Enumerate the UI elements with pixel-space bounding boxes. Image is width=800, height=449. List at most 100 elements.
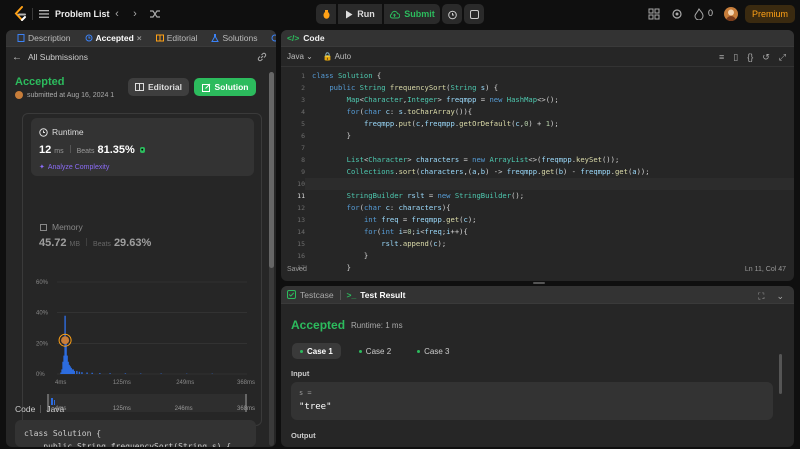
line-number: 12 — [297, 204, 305, 212]
case-tab-3[interactable]: Case 3 — [409, 343, 457, 359]
case-tab-1[interactable]: Case 1 — [292, 343, 341, 359]
tab-solutions[interactable]: Solutions — [206, 33, 262, 43]
saved-status: Saved — [287, 266, 307, 273]
runtime-title: Runtime — [39, 127, 84, 137]
panel-resize-handle[interactable] — [533, 282, 545, 284]
code-line: public String frequencySort(String s) { — [312, 82, 650, 94]
notes-button[interactable] — [464, 4, 484, 24]
panel-resize-handle[interactable] — [276, 30, 280, 447]
memory-title-label: Memory — [52, 222, 83, 232]
code-token: ()); — [601, 155, 620, 164]
link-icon[interactable] — [257, 52, 267, 62]
streak-count: 0 — [708, 8, 714, 18]
code-line: freqmpp.put(c,freqmpp.getOrDefault(c,0) … — [312, 118, 650, 130]
premium-button[interactable]: Premium — [745, 5, 795, 23]
timer-button[interactable] — [442, 4, 462, 24]
settings-gear-icon[interactable] — [671, 8, 683, 20]
all-submissions-link[interactable]: All Submissions — [28, 52, 88, 62]
submitted-code: class Solution { public String frequency… — [15, 420, 256, 447]
language-select[interactable]: Java ⌄ — [287, 52, 313, 61]
line-number: 16 — [297, 252, 305, 260]
tab-testcase[interactable]: Testcase — [287, 290, 334, 300]
code-token: get — [541, 167, 555, 176]
shuffle-icon[interactable] — [148, 7, 162, 21]
run-button[interactable]: Run — [338, 4, 382, 24]
tab-editorial[interactable]: Editorial — [151, 33, 203, 43]
code-token: freqmpp — [411, 215, 442, 224]
y-tick-label: 60% — [36, 280, 49, 286]
code-token: freqmpp — [424, 119, 455, 128]
avatar[interactable] — [724, 7, 738, 21]
tab-submissions[interactable]: S — [266, 33, 276, 43]
code-token: Integer — [407, 95, 438, 104]
x-tick-label: 368ms — [237, 380, 255, 386]
problem-list-link[interactable]: Problem List — [55, 9, 110, 19]
chart-bar — [76, 370, 78, 374]
code-line: } — [312, 250, 650, 262]
code-line: for(char c: characters){ — [312, 202, 650, 214]
top-bar: Problem List ‹ › Run Submit 0 Premium — [0, 0, 800, 28]
analyze-complexity-link[interactable]: ✦ Analyze Complexity — [39, 163, 109, 172]
code-token: int — [363, 215, 382, 224]
tab-description[interactable]: Description — [12, 33, 76, 43]
code-token: List — [346, 155, 364, 164]
line-number: 8 — [301, 156, 305, 164]
fire-icon[interactable] — [694, 8, 704, 20]
code-token: ) { — [485, 83, 499, 92]
autocomplete-toggle[interactable]: 🔒 Auto — [323, 52, 351, 61]
collapse-icon[interactable]: ⌄ — [776, 291, 784, 302]
code-editor[interactable]: class Solution { public String frequency… — [312, 70, 650, 274]
prev-problem-icon[interactable]: ‹ — [110, 7, 124, 21]
code-line: Map<Character,Integer> freqmpp = new Has… — [312, 94, 650, 106]
range-tick-label: 246ms — [175, 406, 193, 412]
maximize-icon[interactable]: ⛶ — [758, 291, 764, 302]
line-number: 15 — [297, 240, 305, 248]
submit-button[interactable]: Submit — [384, 4, 440, 24]
editor-toolbar: Java ⌄ 🔒 Auto — [281, 47, 794, 67]
runtime-card[interactable]: Runtime 12 ms Beats 81.35% ● ✦ Analyze C… — [31, 118, 254, 176]
code-token: char — [363, 107, 386, 116]
braces-icon[interactable]: {} — [747, 52, 753, 63]
runtime-beats-value: 81.35% — [97, 144, 135, 156]
test-runtime: Runtime: 1 ms — [351, 321, 403, 330]
document-icon — [17, 34, 25, 42]
bookmark-icon[interactable]: ▯ — [733, 52, 738, 63]
format-icon[interactable]: ≡ — [719, 52, 724, 63]
layout-grid-icon[interactable] — [648, 8, 660, 20]
memory-value-row[interactable]: 45.72 MB Beats 29.63% — [39, 237, 151, 249]
leetcode-logo-icon[interactable] — [12, 6, 28, 22]
expand-icon[interactable]: ⤢ — [779, 52, 786, 63]
back-arrow-icon[interactable]: ← — [12, 52, 22, 63]
scrollbar-thumb[interactable] — [779, 354, 782, 394]
code-token: freq — [424, 227, 442, 236]
tab-accepted-label: Accepted — [95, 33, 134, 43]
code-token: <>( — [528, 155, 542, 164]
tab-solutions-label: Solutions — [222, 33, 258, 43]
tab-test-result[interactable]: >_ Test Result — [347, 290, 406, 300]
next-problem-icon[interactable]: › — [128, 7, 142, 21]
editorial-button[interactable]: Editorial — [128, 78, 189, 96]
code-token: ); — [437, 239, 447, 248]
flask-icon — [211, 34, 220, 42]
scrollbar-thumb[interactable] — [269, 72, 274, 268]
memory-title[interactable]: Memory — [39, 222, 83, 232]
close-icon[interactable]: × — [137, 33, 142, 43]
solution-button[interactable]: Solution — [194, 78, 256, 96]
range-selector[interactable] — [47, 394, 247, 412]
note-icon — [469, 9, 479, 19]
case-tab-2[interactable]: Case 2 — [351, 343, 399, 359]
tab-accepted[interactable]: Accepted × — [80, 33, 147, 43]
code-token: characters — [420, 167, 464, 176]
code-token: get — [446, 215, 460, 224]
solution-button-label: Solution — [214, 82, 249, 92]
chart-bar — [124, 373, 127, 374]
code-token: freqmpp — [506, 167, 538, 176]
problem-list-icon[interactable] — [38, 8, 50, 20]
reset-icon[interactable]: ↺ — [762, 52, 770, 63]
code-token: } — [312, 251, 369, 260]
cloud-upload-icon — [390, 10, 401, 18]
line-number: 11 — [297, 192, 305, 200]
debug-button[interactable] — [316, 4, 336, 24]
